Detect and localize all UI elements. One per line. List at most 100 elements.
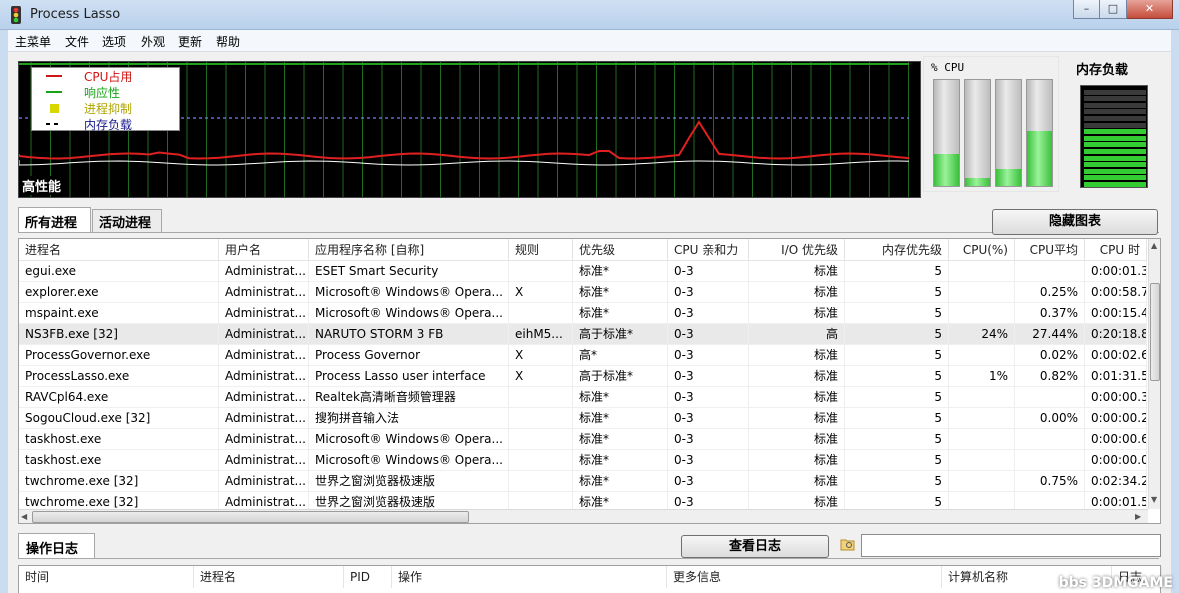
legend-restraint: 进程抑制 <box>32 100 181 116</box>
table-cell: RAVCpl64.exe <box>19 387 219 408</box>
table-cell: 5 <box>845 408 949 429</box>
table-row[interactable]: SogouCloud.exe [32] Administrat... 搜狗拼音输入法… <box>19 408 1147 429</box>
table-row[interactable]: ProcessGovernor.exe Administrat... Process… <box>19 345 1147 366</box>
column-header[interactable]: CPU平均 <box>1015 239 1085 261</box>
horizontal-scroll-thumb[interactable] <box>32 511 469 523</box>
table-cell: 标准* <box>573 282 668 303</box>
tab-all-processes[interactable]: 所有进程 <box>18 207 91 233</box>
log-column-header[interactable]: 进程名 <box>194 566 344 588</box>
main-panel: CPU占用 响应性 进程抑制 内存负载 高性能 % CPU 内存负载 所有进程 … <box>8 52 1171 593</box>
scroll-right-arrow-icon[interactable]: ▶ <box>1135 512 1141 521</box>
memory-gauge-segment <box>1084 168 1146 174</box>
column-header[interactable]: CPU(%) <box>949 239 1015 261</box>
table-cell <box>949 282 1015 303</box>
responsiveness-line-swatch <box>46 91 62 93</box>
table-row[interactable]: explorer.exe Administrat... Microsoft® Win… <box>19 282 1147 303</box>
table-row[interactable]: taskhost.exe Administrat... Microsoft® Win… <box>19 429 1147 450</box>
table-cell <box>949 387 1015 408</box>
scroll-up-arrow-icon[interactable]: ▲ <box>1151 241 1157 250</box>
table-cell: Administrat... <box>219 345 309 366</box>
table-cell: 0-3 <box>668 324 749 345</box>
tab-active-processes[interactable]: 活动进程 <box>92 209 162 232</box>
table-cell <box>509 387 573 408</box>
scroll-left-arrow-icon[interactable]: ◀ <box>21 512 27 521</box>
table-cell: Administrat... <box>219 387 309 408</box>
table-cell: Administrat... <box>219 282 309 303</box>
view-log-button[interactable]: 查看日志 <box>681 535 829 558</box>
table-row[interactable]: NS3FB.exe [32] Administrat... NARUTO STORM… <box>19 324 1147 345</box>
table-cell: ProcessLasso.exe <box>19 366 219 387</box>
memory-gauge-segment <box>1084 116 1146 121</box>
cpu-core-fill <box>1027 130 1052 186</box>
table-header: 进程名 用户名 应用程序名称 [自称] 规则 优先级 CPU 亲和力 I/O 优… <box>19 239 1147 261</box>
log-column-header[interactable]: 更多信息 <box>667 566 942 588</box>
vertical-scrollbar[interactable]: ▲ ▼ <box>1148 239 1160 509</box>
table-cell: ProcessGovernor.exe <box>19 345 219 366</box>
table-cell: Administrat... <box>219 303 309 324</box>
column-header[interactable]: I/O 优先级 <box>749 239 845 261</box>
table-row[interactable]: mspaint.exe Administrat... Microsoft® Wind… <box>19 303 1147 324</box>
column-header[interactable]: 进程名 <box>19 239 219 261</box>
restraint-square-swatch <box>50 104 59 113</box>
table-row[interactable]: egui.exe Administrat... ESET Smart Securit… <box>19 261 1147 282</box>
table-cell: 0.25% <box>1015 282 1085 303</box>
table-cell: 5 <box>845 366 949 387</box>
column-header[interactable]: 应用程序名称 [自称] <box>309 239 509 261</box>
memory-gauge-segment <box>1084 89 1146 95</box>
log-column-header[interactable]: PID <box>344 566 392 588</box>
menu-options[interactable]: 选项 <box>102 33 126 50</box>
maximize-button[interactable]: □ <box>1100 0 1127 19</box>
log-column-header[interactable]: 时间 <box>19 566 194 588</box>
vertical-scroll-thumb[interactable] <box>1150 283 1160 381</box>
column-header[interactable]: 规则 <box>509 239 573 261</box>
menu-help[interactable]: 帮助 <box>216 33 240 50</box>
table-cell: Administrat... <box>219 366 309 387</box>
close-button[interactable]: ✕ <box>1127 0 1173 19</box>
watermark: bbs 3DMGAME <box>1058 575 1173 591</box>
cpu-core-bar <box>995 79 1022 187</box>
horizontal-scrollbar[interactable]: ◀ ▶ <box>19 509 1148 523</box>
column-header[interactable]: 优先级 <box>573 239 668 261</box>
column-header[interactable]: 内存优先级 <box>845 239 949 261</box>
column-header[interactable]: CPU 时 <box>1085 239 1147 261</box>
table-cell: 1% <box>949 366 1015 387</box>
table-cell: 搜狗拼音输入法 <box>309 408 509 429</box>
table-row[interactable]: twchrome.exe [32] Administrat... 世界之窗浏览器极速… <box>19 471 1147 492</box>
table-cell: 0.82% <box>1015 366 1085 387</box>
table-cell <box>949 471 1015 492</box>
table-row[interactable]: taskhost.exe Administrat... Microsoft® Win… <box>19 450 1147 471</box>
table-cell: 标准* <box>573 429 668 450</box>
table-cell: 5 <box>845 471 949 492</box>
log-search-input[interactable] <box>861 534 1161 557</box>
menu-appearance[interactable]: 外观 <box>141 33 165 50</box>
menu-file[interactable]: 文件 <box>65 33 89 50</box>
performance-graph: CPU占用 响应性 进程抑制 内存负载 高性能 <box>18 61 921 198</box>
table-row[interactable]: RAVCpl64.exe Administrat... Realtek高清晰音频管理… <box>19 387 1147 408</box>
table-cell: NARUTO STORM 3 FB <box>309 324 509 345</box>
table-cell: 5 <box>845 303 949 324</box>
memory-gauge-segment <box>1084 135 1146 141</box>
table-cell: egui.exe <box>19 261 219 282</box>
log-table: 时间 进程名 PID 操作 更多信息 计算机名称 日志 <box>18 565 1162 593</box>
window-title: Process Lasso <box>30 7 121 22</box>
log-column-header[interactable]: 操作 <box>392 566 667 588</box>
menu-main[interactable]: 主菜单 <box>15 33 51 50</box>
search-folder-icon[interactable] <box>840 537 856 551</box>
table-cell <box>509 450 573 471</box>
power-profile-label[interactable]: 高性能 <box>22 176 62 195</box>
table-cell: Administrat... <box>219 408 309 429</box>
minimize-button[interactable]: – <box>1073 0 1100 19</box>
menu-update[interactable]: 更新 <box>178 33 202 50</box>
tab-action-log[interactable]: 操作日志 <box>18 533 95 559</box>
column-header[interactable]: CPU 亲和力 <box>668 239 749 261</box>
hide-graph-button[interactable]: 隐藏图表 <box>992 209 1158 235</box>
table-cell: 24% <box>949 324 1015 345</box>
table-cell: 0-3 <box>668 366 749 387</box>
table-cell <box>949 303 1015 324</box>
table-cell: 0:00:15.4 <box>1085 303 1147 324</box>
table-cell: Microsoft® Windows® Opera... <box>309 429 509 450</box>
column-header[interactable]: 用户名 <box>219 239 309 261</box>
table-cell <box>509 261 573 282</box>
scroll-down-arrow-icon[interactable]: ▼ <box>1151 495 1157 504</box>
table-row[interactable]: ProcessLasso.exe Administrat... Process La… <box>19 366 1147 387</box>
